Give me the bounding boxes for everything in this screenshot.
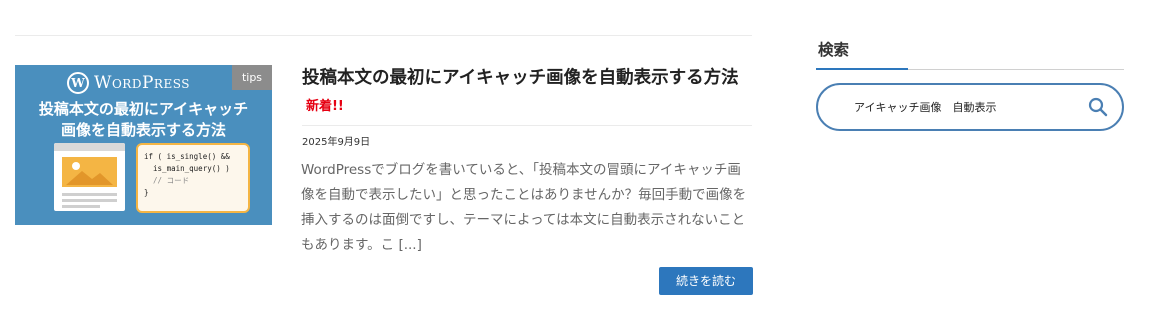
search-widget-title: 検索	[818, 41, 850, 59]
new-badge: 新着!!	[306, 99, 344, 114]
post-thumbnail[interactable]: tips W WordPress 投稿本文の最初にアイキャッチ 画像を自動表示す…	[15, 65, 272, 225]
wordpress-logo: W WordPress	[67, 72, 190, 94]
post-excerpt: WordPressでブログを書いていると、「投稿本文の冒頭にアイキャッチ画像を自…	[301, 162, 747, 253]
wordpress-logo-text: WordPress	[94, 73, 190, 93]
thumbnail-tag: tips	[232, 65, 272, 90]
thumbnail-title-line1: 投稿本文の最初にアイキャッチ	[38, 100, 249, 118]
search-form	[816, 83, 1124, 131]
thumbnail-title-line2: 画像を自動表示する方法	[60, 121, 226, 139]
image-icon	[62, 157, 117, 187]
post-date: 2025年9月9日	[302, 137, 371, 148]
widget-title-accent	[816, 68, 908, 70]
browser-illustration	[54, 143, 125, 211]
wordpress-icon: W	[67, 72, 89, 94]
code-snippet: if ( is_single() && is_main_query() ) //…	[136, 143, 250, 213]
search-icon[interactable]	[1088, 97, 1108, 117]
top-divider	[15, 35, 752, 36]
post-title[interactable]: 投稿本文の最初にアイキャッチ画像を自動表示する方法	[302, 64, 739, 89]
meta-divider	[302, 125, 752, 126]
search-input[interactable]	[854, 95, 1074, 119]
read-more-button[interactable]: 続きを読む	[659, 267, 753, 295]
